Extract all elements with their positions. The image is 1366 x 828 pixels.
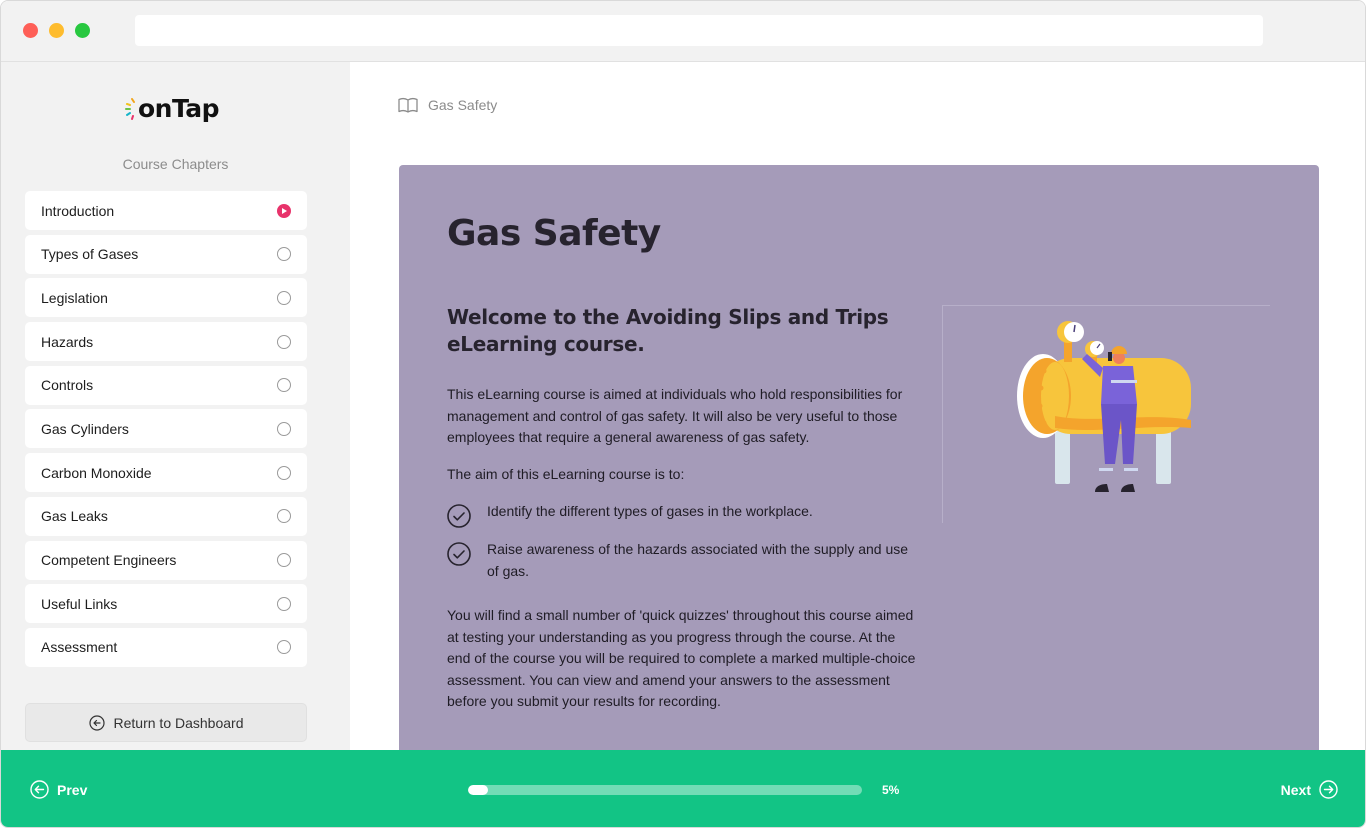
maximize-window-button[interactable]	[75, 23, 90, 38]
browser-chrome	[1, 1, 1365, 62]
chapters-heading: Course Chapters	[122, 156, 229, 172]
page-title: Gas Safety	[447, 213, 661, 254]
chapter-item-controls[interactable]: Controls	[25, 365, 307, 405]
chapter-item-competent-engineers[interactable]: Competent Engineers	[25, 540, 307, 580]
chapter-list: Introduction Types of Gases Legislation Haz…	[25, 191, 307, 672]
prev-label: Prev	[57, 781, 88, 798]
gas-engineer-illustration	[942, 305, 1270, 523]
chapter-item-assessment[interactable]: Assessment	[25, 627, 307, 667]
aim-text: Identify the different types of gases in…	[487, 503, 813, 519]
chapter-item-introduction[interactable]: Introduction	[25, 191, 307, 230]
check-circle-icon	[447, 542, 471, 566]
chapter-label: Useful Links	[41, 595, 118, 612]
empty-circle-icon	[277, 465, 291, 480]
progress-percentage: 5%	[882, 783, 900, 797]
close-window-button[interactable]	[23, 23, 38, 38]
chapter-label: Types of Gases	[41, 246, 139, 263]
chapter-item-useful-links[interactable]: Useful Links	[25, 584, 307, 624]
chapter-label: Introduction	[41, 202, 115, 219]
quiz-info-paragraph: You will find a small number of 'quick q…	[447, 607, 916, 710]
aim-item: Identify the different types of gases in…	[447, 501, 917, 528]
chapter-label: Carbon Monoxide	[41, 464, 152, 481]
arrow-left-circle-icon	[88, 714, 105, 731]
course-progress-fill	[468, 785, 488, 795]
address-bar[interactable]	[135, 15, 1263, 46]
arrow-left-circle-icon	[30, 780, 49, 799]
chapter-label: Gas Cylinders	[41, 420, 129, 437]
next-label: Next	[1280, 781, 1311, 798]
intro-paragraph: This eLearning course is aimed at indivi…	[447, 386, 903, 446]
empty-circle-icon	[277, 596, 291, 611]
empty-circle-icon	[277, 290, 291, 305]
lesson-card: Gas Safety Welcome to the Avoiding Slips…	[399, 165, 1319, 750]
logo-burst-icon	[125, 98, 135, 120]
gas-tank-worker-image	[1017, 321, 1191, 492]
empty-circle-icon	[277, 378, 291, 393]
chapter-item-hazards[interactable]: Hazards	[25, 322, 307, 362]
chapter-item-legislation[interactable]: Legislation	[25, 278, 307, 318]
aim-item: Raise awareness of the hazards associate…	[447, 539, 917, 582]
browser-window: onTap Course Chapters Introduction Types …	[0, 0, 1366, 828]
empty-circle-icon	[277, 421, 291, 436]
return-to-dashboard-button[interactable]: Return to Dashboard	[25, 703, 307, 742]
chapter-item-types-of-gases[interactable]: Types of Gases	[25, 234, 307, 274]
ontap-logo[interactable]: onTap	[125, 90, 220, 126]
chapter-item-gas-leaks[interactable]: Gas Leaks	[25, 496, 307, 536]
prev-button[interactable]: Prev	[30, 780, 87, 799]
main-content: Gas Safety Gas Safety Welcome to the Avo…	[350, 62, 1365, 750]
chapter-label: Assessment	[41, 639, 118, 656]
empty-circle-icon	[277, 247, 291, 262]
navigation-footer: Prev 5% Next	[1, 750, 1365, 827]
course-progress-bar	[468, 785, 862, 795]
breadcrumb-label: Gas Safety	[428, 97, 498, 113]
return-label: Return to Dashboard	[113, 714, 244, 731]
empty-circle-icon	[277, 509, 291, 524]
chapter-item-gas-cylinders[interactable]: Gas Cylinders	[25, 409, 307, 449]
empty-circle-icon	[277, 640, 291, 655]
course-sidebar: onTap Course Chapters Introduction Types …	[1, 62, 350, 750]
next-button[interactable]: Next	[1281, 780, 1338, 799]
book-icon	[398, 97, 418, 113]
empty-circle-icon	[277, 553, 291, 567]
arrow-right-circle-icon	[1319, 780, 1338, 799]
chapter-label: Legislation	[41, 289, 108, 306]
lesson-subtitle: Welcome to the Avoiding Slips and Trips …	[447, 305, 889, 356]
logo-text: onTap	[138, 93, 220, 123]
chapter-label: Controls	[41, 377, 94, 394]
chapter-item-carbon-monoxide[interactable]: Carbon Monoxide	[25, 453, 307, 493]
chapter-label: Hazards	[41, 333, 94, 350]
aim-text: Raise awareness of the hazards associate…	[487, 541, 909, 579]
aim-intro-paragraph: The aim of this eLearning course is to:	[447, 466, 685, 482]
check-circle-icon	[447, 504, 471, 528]
minimize-window-button[interactable]	[49, 23, 64, 38]
empty-circle-icon	[277, 334, 291, 349]
breadcrumb: Gas Safety	[398, 97, 497, 113]
play-circle-icon	[277, 203, 291, 218]
chapter-label: Gas Leaks	[41, 508, 108, 525]
chapter-label: Competent Engineers	[41, 552, 177, 568]
